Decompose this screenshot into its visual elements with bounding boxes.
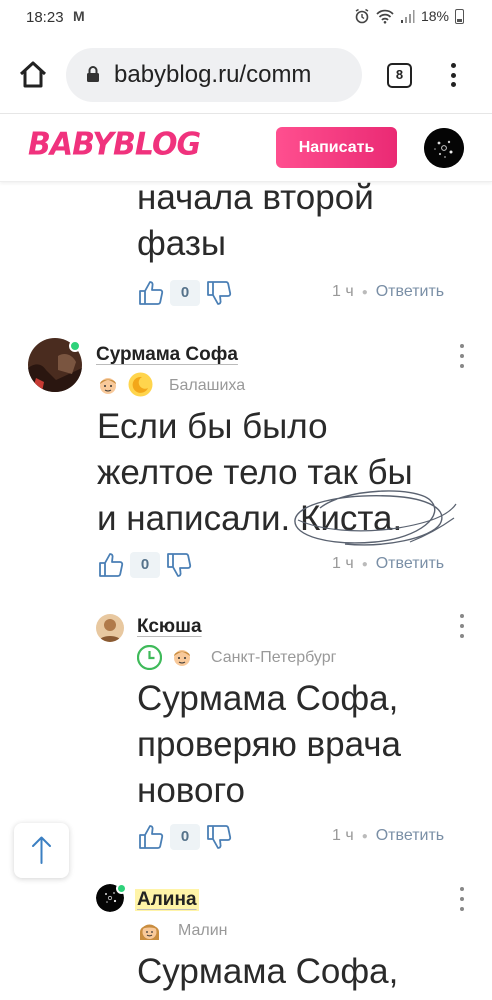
comment-author[interactable]: Сурмама Софа — [96, 344, 238, 366]
babyblog-logo[interactable]: BABYBLOG — [28, 126, 201, 163]
comment-meta: 1 ч ● Ответить — [332, 827, 445, 845]
comment-menu-button[interactable] — [459, 887, 465, 911]
comments-feed: начала второй фазы 0 1 ч ● Ответить Сурмам… — [0, 182, 492, 1000]
status-time: 18:23 — [26, 9, 64, 26]
battery-percent: 18% — [420, 8, 449, 24]
thumbs-up-icon[interactable] — [97, 551, 125, 579]
author-city: Санкт-Петербург — [211, 649, 337, 666]
scroll-to-top-button[interactable] — [14, 823, 69, 878]
avatar[interactable] — [96, 614, 124, 642]
comment-author[interactable]: Ксюша — [137, 616, 202, 638]
mom-badge-icon — [171, 646, 193, 668]
handwritten-circle-annotation — [294, 490, 457, 546]
online-indicator — [116, 883, 127, 894]
thumbs-down-icon[interactable] — [205, 279, 233, 307]
status-icons: 18% — [354, 8, 464, 24]
wifi-icon — [376, 9, 394, 24]
comment-meta: 1 ч ● Ответить — [332, 555, 445, 573]
browser-menu-button[interactable] — [446, 60, 460, 90]
like-count: 0 — [130, 552, 160, 578]
reply-link[interactable]: Ответить — [376, 827, 444, 845]
signal-icon — [400, 9, 415, 23]
author-city: Малин — [178, 922, 228, 939]
comment-time: 1 ч — [332, 827, 354, 844]
reply-link[interactable]: Ответить — [376, 555, 444, 573]
thumbs-up-icon[interactable] — [137, 823, 165, 851]
url-text: babyblog.ru/comm — [114, 61, 312, 88]
comment-text: Сурмама Софа, проверяю врача нового — [137, 679, 402, 810]
status-bar: 18:23 M 18% — [0, 0, 492, 36]
comment-actions: 0 — [97, 550, 193, 580]
comment-actions: 0 — [137, 822, 233, 852]
arrow-up-icon — [32, 836, 51, 864]
author-city: Балашиха — [169, 377, 246, 394]
thumbs-down-icon[interactable] — [165, 551, 193, 579]
home-icon[interactable] — [16, 58, 50, 92]
comment-time: 1 ч — [332, 555, 354, 572]
browser-toolbar: babyblog.ru/comm 8 — [0, 36, 492, 114]
thumbs-up-icon[interactable] — [137, 279, 165, 307]
mom-badge-icon — [97, 374, 119, 396]
online-indicator — [69, 340, 81, 352]
comment-menu-button[interactable] — [459, 344, 465, 368]
lock-icon — [87, 66, 99, 82]
like-count: 0 — [170, 280, 200, 306]
site-header: BABYBLOG Написать — [0, 114, 492, 182]
moon-badge-icon — [128, 372, 153, 397]
avatar-image — [424, 128, 464, 168]
alarm-icon — [355, 8, 369, 24]
reply-link[interactable]: Ответить — [376, 283, 444, 301]
comment-meta: 1 ч ● Ответить — [332, 283, 445, 301]
comment-actions: 0 — [137, 278, 233, 308]
clock-badge-icon — [136, 644, 163, 671]
like-count: 0 — [170, 824, 200, 850]
gmail-icon: M — [73, 8, 85, 24]
comment-text: начала второй фазы — [137, 182, 374, 263]
battery-icon — [455, 8, 464, 24]
thumbs-down-icon[interactable] — [205, 823, 233, 851]
avatar-image — [96, 614, 124, 642]
comment-author[interactable]: Алина — [135, 889, 199, 911]
write-button[interactable]: Написать — [276, 127, 397, 168]
comment-text: Сурмама Софа, — [137, 952, 399, 991]
tab-switcher-button[interactable]: 8 — [387, 63, 412, 88]
girl-badge-icon — [137, 918, 162, 943]
comment-menu-button[interactable] — [459, 614, 465, 638]
address-bar[interactable]: babyblog.ru/comm — [66, 48, 362, 102]
comment-time: 1 ч — [332, 283, 354, 300]
user-avatar[interactable] — [424, 128, 464, 168]
